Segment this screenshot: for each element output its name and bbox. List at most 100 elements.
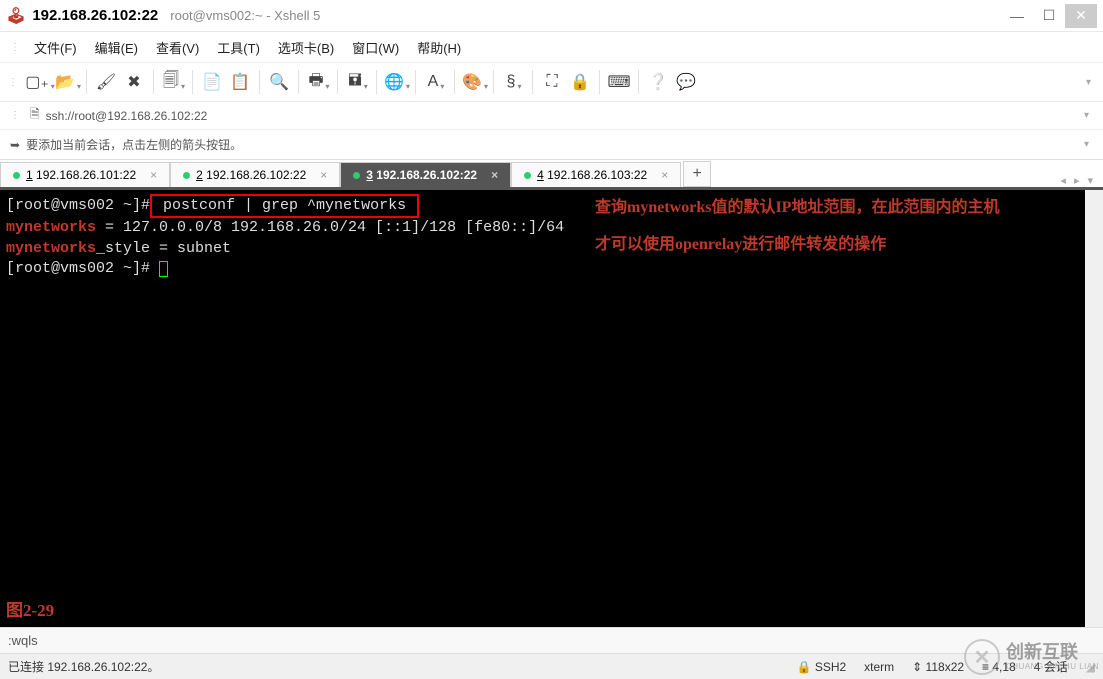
toolbar-separator <box>376 70 377 94</box>
globe-icon[interactable]: 🌐 <box>383 69 409 95</box>
sessionbar-overflow-icon[interactable]: ▾ <box>1084 139 1093 150</box>
terminal[interactable]: [root@vms002 ~]# postconf | grep ^mynetw… <box>0 190 1103 627</box>
output-keyword: mynetworks <box>6 219 96 236</box>
status-protocol: 🔒 SSH2 <box>797 660 847 674</box>
tab-status-dot-icon <box>353 172 360 179</box>
app-logo-icon: 🕹 <box>6 6 26 26</box>
toolbar-separator <box>415 70 416 94</box>
toolbar: ⋮ ▢₊📂 🖌✖ 🗐 📄📋 🔍 🖶 🖬 🌐 A 🎨 § ⛶🔒 ⌨ ❔💬 ▾ <box>0 62 1103 102</box>
prompt: [root@vms002 ~]# <box>6 197 150 214</box>
tab-list-icon[interactable]: ▾ <box>1087 174 1093 187</box>
fullscreen-icon[interactable]: ⛶ <box>539 69 565 95</box>
status-resize-grip-icon[interactable]: ◢ <box>1086 660 1095 674</box>
menu-view[interactable]: 查看(V) <box>148 35 207 60</box>
reconnect-icon[interactable]: 🖌 <box>93 69 119 95</box>
close-button[interactable]: ✕ <box>1065 4 1097 28</box>
chat-icon[interactable]: 💬 <box>673 69 699 95</box>
print-icon[interactable]: 🖶 <box>305 69 331 95</box>
addressbar: ⋮ 🗎 ssh://root@192.168.26.102:22 ▾ <box>0 102 1103 130</box>
menu-edit[interactable]: 编辑(E) <box>87 35 146 60</box>
menu-file[interactable]: 文件(F) <box>26 35 85 60</box>
addressbar-protocol-icon: 🗎 <box>30 105 40 126</box>
status-connection: 已连接 192.168.26.102:22。 <box>8 658 159 675</box>
toolbar-separator <box>599 70 600 94</box>
scrollbar-thumb[interactable] <box>1088 190 1100 300</box>
status-term-type: xterm <box>864 660 894 674</box>
tab-close-icon[interactable]: × <box>150 168 157 182</box>
tab-prev-icon[interactable]: ◂ <box>1060 174 1066 187</box>
menubar: ⋮ 文件(F) 编辑(E) 查看(V) 工具(T) 选项卡(B) 窗口(W) 帮… <box>0 32 1103 62</box>
command-input-bar[interactable]: :wqls <box>0 627 1103 653</box>
session-hint-bar: ➥ 要添加当前会话，点击左侧的箭头按钮。 ▾ <box>0 130 1103 160</box>
status-size: ⇕ 118x22 <box>912 660 964 674</box>
toolbar-separator <box>337 70 338 94</box>
addressbar-handle-icon: ⋮ <box>10 110 20 121</box>
properties-icon[interactable]: 🗐 <box>160 69 186 95</box>
tab-close-icon[interactable]: × <box>320 168 327 182</box>
toolbar-separator <box>153 70 154 94</box>
session-tab-3[interactable]: 3 192.168.26.102:22× <box>340 162 511 187</box>
session-add-arrow-icon[interactable]: ➥ <box>10 138 20 152</box>
toolbar-separator <box>298 70 299 94</box>
figure-label: 图2-29 <box>6 596 54 621</box>
encoding-icon[interactable]: § <box>500 69 526 95</box>
tab-label: 2 192.168.26.102:22 <box>196 168 306 182</box>
title-app: root@vms002:~ - Xshell 5 <box>170 8 320 23</box>
tab-next-icon[interactable]: ▸ <box>1074 174 1080 187</box>
annotation-text: 查询mynetworks值的默认IP地址范围，在此范围内的主机才可以使用open… <box>595 190 1015 264</box>
output-text: _style = subnet <box>96 240 231 257</box>
font-icon[interactable]: A <box>422 69 448 95</box>
highlighted-command: postconf | grep ^mynetworks <box>150 194 419 218</box>
keyboard-icon[interactable]: ⌨ <box>606 69 632 95</box>
addressbar-url[interactable]: ssh://root@192.168.26.102:22 <box>46 109 1078 123</box>
session-tab-4[interactable]: 4 192.168.26.103:22 × <box>511 162 681 187</box>
toolbar-separator <box>493 70 494 94</box>
add-tab-button[interactable]: + <box>683 161 711 187</box>
copy-icon[interactable]: 📄 <box>199 69 225 95</box>
session-tab-1[interactable]: 1 192.168.26.101:22 × <box>0 162 170 187</box>
lock-icon[interactable]: 🔒 <box>567 69 593 95</box>
paste-icon[interactable]: 📋 <box>227 69 253 95</box>
menu-help[interactable]: 帮助(H) <box>409 35 469 60</box>
tab-close-icon[interactable]: × <box>661 168 668 182</box>
find-icon[interactable]: 🔍 <box>266 69 292 95</box>
session-tab-2[interactable]: 2 192.168.26.102:22 × <box>170 162 340 187</box>
toolbar-separator <box>454 70 455 94</box>
transfer-icon[interactable]: 🖬 <box>344 69 370 95</box>
menu-tabs[interactable]: 选项卡(B) <box>270 35 342 60</box>
output-keyword: mynetworks <box>6 240 96 257</box>
color-icon[interactable]: 🎨 <box>461 69 487 95</box>
menu-window[interactable]: 窗口(W) <box>344 35 407 60</box>
new-session-icon[interactable]: ▢₊ <box>26 69 52 95</box>
menubar-handle-icon: ⋮ <box>10 42 20 53</box>
statusbar: 已连接 192.168.26.102:22。 🔒 SSH2 xterm ⇕ 11… <box>0 653 1103 679</box>
menu-tools[interactable]: 工具(T) <box>209 35 268 60</box>
minimize-button[interactable]: — <box>1001 4 1033 28</box>
tabs-bar: 1 192.168.26.101:22 × 2 192.168.26.102:22 ×… <box>0 160 1103 190</box>
title-host: 192.168.26.102:22 <box>32 7 158 24</box>
toolbar-separator <box>86 70 87 94</box>
toolbar-separator <box>532 70 533 94</box>
tab-label: 4 192.168.26.103:22 <box>537 168 647 182</box>
tab-label: 1 192.168.26.101:22 <box>26 168 136 182</box>
maximize-button[interactable]: ☐ <box>1033 4 1065 28</box>
open-icon[interactable]: 📂 <box>54 69 80 95</box>
addressbar-overflow-icon[interactable]: ▾ <box>1084 110 1093 121</box>
toolbar-handle-icon: ⋮ <box>8 77 18 88</box>
toolbar-separator <box>192 70 193 94</box>
status-sessions: 4 会话 <box>1034 658 1068 675</box>
disconnect-icon[interactable]: ✖ <box>121 69 147 95</box>
tab-status-dot-icon <box>524 172 531 179</box>
toolbar-separator <box>638 70 639 94</box>
status-cursor-pos: ≡ 4,18 <box>982 660 1016 674</box>
terminal-cursor <box>159 261 168 277</box>
output-text: = 127.0.0.0/8 192.168.26.0/24 [::1]/128 … <box>96 219 564 236</box>
session-hint-text: 要添加当前会话，点击左侧的箭头按钮。 <box>26 136 242 153</box>
titlebar: 🕹 192.168.26.102:22 root@vms002:~ - Xshe… <box>0 0 1103 32</box>
tab-close-icon[interactable]: × <box>491 168 498 182</box>
prompt: [root@vms002 ~]# <box>6 260 159 277</box>
terminal-scrollbar[interactable] <box>1085 190 1103 627</box>
help-icon[interactable]: ❔ <box>645 69 671 95</box>
toolbar-overflow-icon[interactable]: ▾ <box>1086 77 1095 88</box>
command-input-text: :wqls <box>8 633 38 648</box>
